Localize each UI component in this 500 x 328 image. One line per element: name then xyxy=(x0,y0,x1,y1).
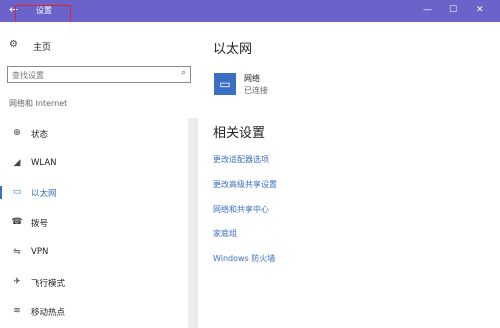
search-input[interactable]: 查找设置 ⌕ xyxy=(7,66,191,83)
title-bar: ← 设置 — ☐ ✕ xyxy=(0,0,500,22)
dialup-icon: ☎ xyxy=(11,217,23,227)
sidebar-item-label: 以太网 xyxy=(31,189,57,199)
sidebar-item-label: 飞行模式 xyxy=(31,279,66,289)
sidebar-item-label: VPN xyxy=(31,247,49,257)
sidebar-item-label: 主页 xyxy=(33,43,52,53)
sidebar-item-airplane[interactable]: ✈ 飞行模式 xyxy=(0,271,188,295)
network-status: 已连接 xyxy=(244,86,268,95)
sidebar-item-label: 拨号 xyxy=(31,219,49,229)
airplane-icon: ✈ xyxy=(13,277,21,287)
ethernet-icon: ▭ xyxy=(12,187,22,197)
sidebar-item-label: 移动热点 xyxy=(31,308,66,318)
sidebar-item-home[interactable]: ⚙ 主页 xyxy=(9,38,179,54)
sidebar-item-label: WLAN xyxy=(31,158,57,168)
close-icon[interactable]: ✕ xyxy=(476,4,484,16)
wifi-icon: ◢ xyxy=(13,158,21,168)
sidebar-item-dialup[interactable]: ☎ 拨号 xyxy=(0,211,188,235)
sidebar-item-wlan[interactable]: ◢ WLAN xyxy=(0,152,188,176)
gear-icon: ⚙ xyxy=(9,39,18,50)
section-heading: 网络和 Internet xyxy=(9,99,68,108)
hotspot-icon: ≋ xyxy=(13,306,21,316)
link-adapter-options[interactable]: 更改适配器选项 xyxy=(213,154,269,165)
vpn-icon: ⇋ xyxy=(13,247,21,257)
status-icon: ⊕ xyxy=(13,128,21,138)
minimize-icon[interactable]: — xyxy=(423,4,432,16)
link-advanced-sharing[interactable]: 更改高级共享设置 xyxy=(213,179,277,190)
network-name[interactable]: 网络 xyxy=(244,73,260,84)
search-icon[interactable]: ⌕ xyxy=(181,68,186,78)
link-firewall[interactable]: Windows 防火墙 xyxy=(213,253,275,264)
page-title: 以太网 xyxy=(213,42,253,57)
monitor-icon[interactable]: ▭ xyxy=(214,73,236,95)
sidebar-item-ethernet[interactable]: ▭ 以太网 xyxy=(0,181,188,205)
related-settings-title: 相关设置 xyxy=(213,126,266,141)
link-sharing-center[interactable]: 网络和共享中心 xyxy=(213,204,269,215)
sidebar-scrollbar[interactable] xyxy=(188,118,198,328)
sidebar-item-hotspot[interactable]: ≋ 移动热点 xyxy=(0,300,188,324)
maximize-icon[interactable]: ☐ xyxy=(449,4,457,16)
search-placeholder: 查找设置 xyxy=(12,71,44,80)
sidebar-item-label: 状态 xyxy=(31,130,49,140)
link-homegroup[interactable]: 家庭组 xyxy=(213,228,237,239)
sidebar-item-vpn[interactable]: ⇋ VPN xyxy=(0,241,188,265)
sidebar-item-status[interactable]: ⊕ 状态 xyxy=(0,122,188,146)
